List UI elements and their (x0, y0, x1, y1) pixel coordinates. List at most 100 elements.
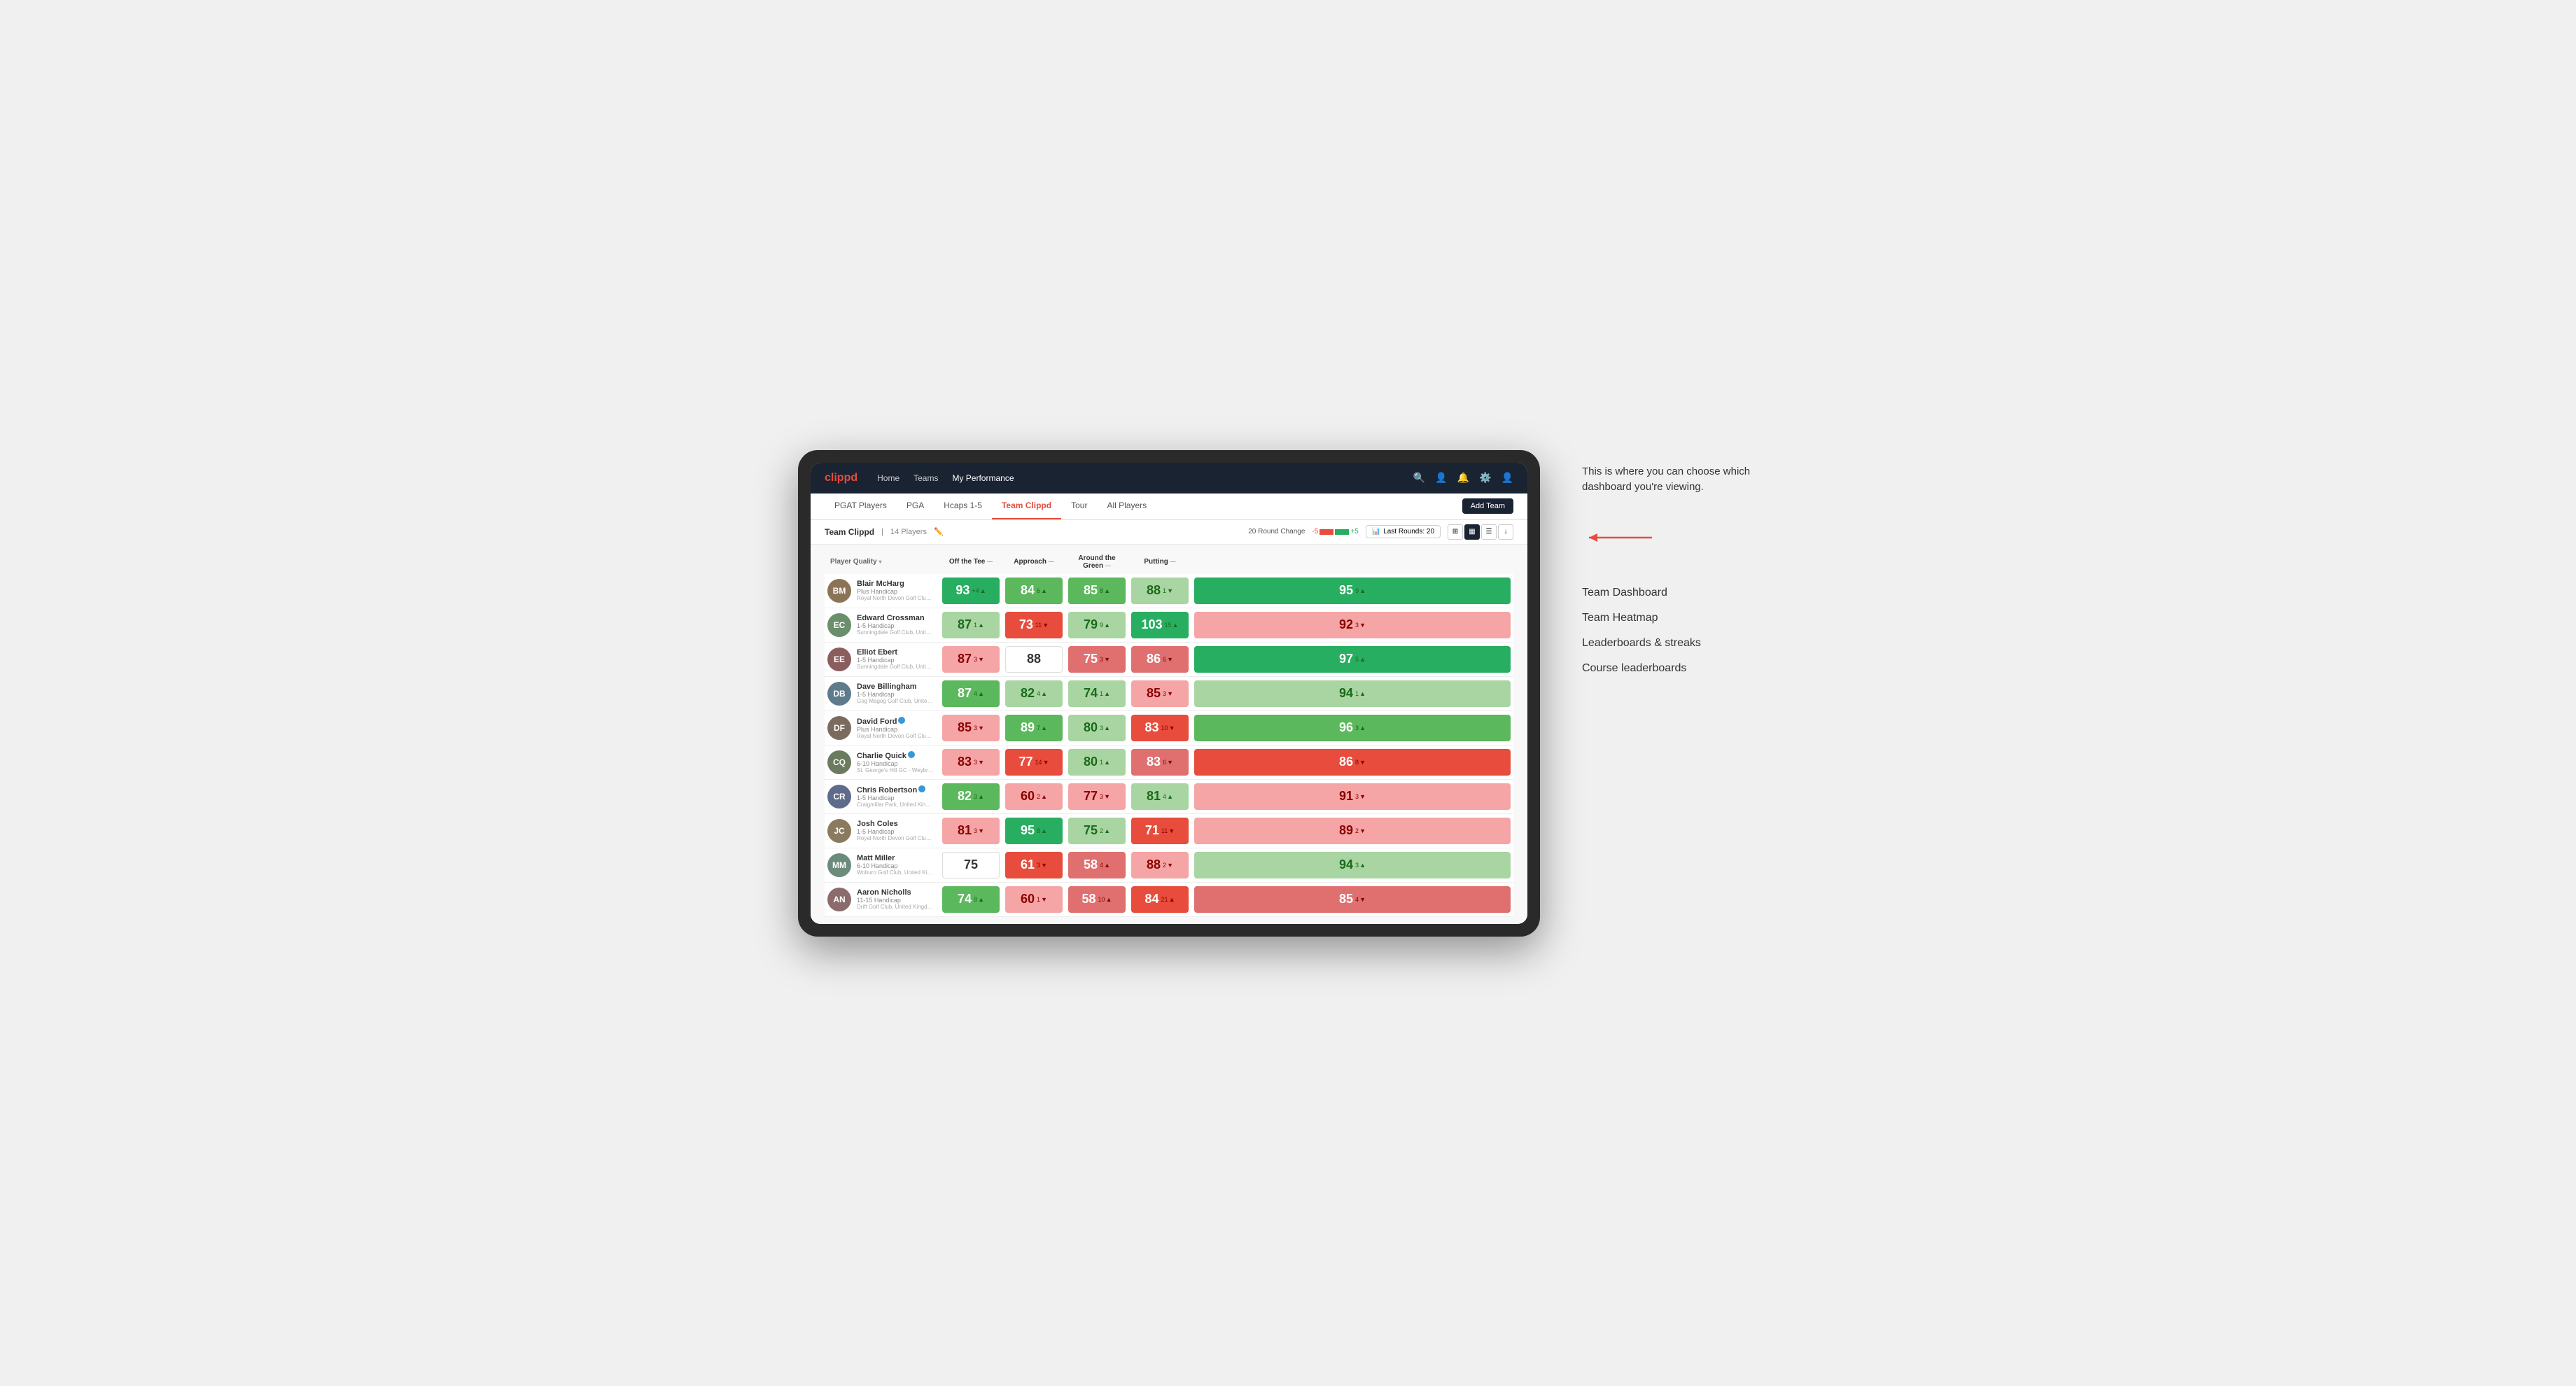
sort-arrow-offtee[interactable]: — (987, 559, 993, 565)
settings-icon[interactable]: ⚙️ (1479, 472, 1491, 484)
edit-icon[interactable]: ✏️ (934, 527, 944, 536)
sort-arrow-putting[interactable]: — (1170, 559, 1176, 565)
score-change: 6▼ (1163, 656, 1173, 663)
nav-link-teams[interactable]: Teams (913, 470, 938, 486)
sort-arrow-aroundgreen[interactable]: — (1105, 563, 1111, 569)
option-team-heatmap[interactable]: Team Heatmap (1582, 612, 1778, 624)
score-cell-player-quality: 82 3▲ (939, 779, 1002, 813)
view-heat-button[interactable]: ▦ (1464, 524, 1480, 540)
change-arrow: ▲ (978, 622, 984, 629)
player-name[interactable]: Dave Billingham (857, 682, 934, 691)
player-club: Royal North Devon Golf Club, United King… (857, 733, 934, 739)
last-rounds-button[interactable]: 📊 Last Rounds: 20 (1366, 525, 1441, 538)
view-list-button[interactable]: ☰ (1481, 524, 1497, 540)
score-change: 3▲ (1355, 724, 1366, 732)
change-value: 6 (1163, 759, 1166, 766)
score-change: 21▲ (1161, 896, 1175, 903)
change-value: 11 (1035, 622, 1042, 629)
option-course-leaderboards[interactable]: Course leaderboards (1582, 662, 1778, 675)
change-value: 11 (1161, 827, 1168, 834)
score-change: 7▲ (1037, 724, 1047, 732)
table-row[interactable]: EE Elliot Ebert 1-5 Handicap Sunningdale… (825, 642, 1513, 676)
subnav-tour[interactable]: Tour (1061, 493, 1097, 519)
sort-arrow-player[interactable]: ▾ (878, 559, 881, 565)
score-box: 94 3▲ (1194, 852, 1511, 878)
search-icon[interactable]: 🔍 (1413, 472, 1425, 484)
table-row[interactable]: AN Aaron Nicholls 11-15 Handicap Drift G… (825, 882, 1513, 916)
change-value: 2 (1355, 827, 1359, 834)
table-row[interactable]: CQ Charlie Quick 6-10 Handicap St. Georg… (825, 745, 1513, 779)
subnav-hcaps[interactable]: Hcaps 1-5 (934, 493, 992, 519)
nav-link-performance[interactable]: My Performance (952, 470, 1014, 486)
player-name[interactable]: Matt Miller (857, 854, 934, 862)
player-name[interactable]: Josh Coles (857, 820, 934, 828)
table-row[interactable]: EC Edward Crossman 1-5 Handicap Sunningd… (825, 608, 1513, 642)
score-change: 1▲ (974, 622, 984, 629)
change-arrow: ▲ (1359, 587, 1366, 594)
subnav-pga[interactable]: PGA (897, 493, 934, 519)
score-change: 3▼ (1355, 622, 1366, 629)
change-value: 1 (1355, 690, 1359, 697)
player-avatar: MM (827, 853, 851, 877)
score-cell-player-quality: 74 8▲ (939, 882, 1002, 916)
score-cell-off-tee: 82 4▲ (1002, 676, 1065, 710)
team-header-controls: 20 Round Change -5 +5 📊 Last Rounds: 20 … (1248, 524, 1513, 540)
score-change: 11▼ (1035, 622, 1049, 629)
player-name[interactable]: Edward Crossman (857, 614, 934, 622)
change-value: 3 (1355, 862, 1359, 869)
view-grid-button[interactable]: ⊞ (1448, 524, 1463, 540)
change-pos: +5 (1350, 528, 1358, 536)
change-value: 1 (1163, 587, 1166, 594)
player-info: Aaron Nicholls 11-15 Handicap Drift Golf… (857, 888, 934, 910)
table-row[interactable]: DF David Ford Plus Handicap Royal North … (825, 710, 1513, 745)
table-row[interactable]: BM Blair McHarg Plus Handicap Royal Nort… (825, 574, 1513, 608)
view-export-button[interactable]: ↓ (1498, 524, 1513, 540)
avatar-icon[interactable]: 👤 (1502, 472, 1513, 484)
score-value: 79 (1084, 617, 1098, 632)
subnav-team-clippd[interactable]: Team Clippd (992, 493, 1061, 519)
user-icon[interactable]: 👤 (1435, 472, 1447, 484)
player-name[interactable]: Elliot Ebert (857, 648, 934, 657)
bell-icon[interactable]: 🔔 (1457, 472, 1469, 484)
round-change-label: 20 Round Change (1248, 528, 1305, 536)
add-team-button[interactable]: Add Team (1462, 498, 1513, 514)
subnav-pgat[interactable]: PGAT Players (825, 493, 897, 519)
player-name[interactable]: Chris Robertson (857, 785, 934, 794)
player-cell-1: EC Edward Crossman 1-5 Handicap Sunningd… (825, 608, 939, 642)
nav-link-home[interactable]: Home (877, 470, 899, 486)
table-row[interactable]: DB Dave Billingham 1-5 Handicap Gog Mago… (825, 676, 1513, 710)
score-cell-approach: 74 1▲ (1065, 676, 1128, 710)
change-value: 6 (1037, 587, 1040, 594)
change-value: +4 (972, 587, 979, 594)
score-change: 3▼ (974, 759, 984, 766)
score-change: 6▲ (1037, 587, 1047, 594)
option-team-dashboard[interactable]: Team Dashboard (1582, 587, 1778, 599)
score-cell-player-quality: 93 +4▲ (939, 574, 1002, 608)
table-row[interactable]: CR Chris Robertson 1-5 Handicap Craigmil… (825, 779, 1513, 813)
player-name[interactable]: Charlie Quick (857, 751, 934, 760)
score-cell-putting: 94 3▲ (1191, 848, 1513, 882)
subnav-all-players[interactable]: All Players (1097, 493, 1156, 519)
player-name[interactable]: Blair McHarg (857, 580, 934, 588)
player-handicap: Plus Handicap (857, 726, 934, 733)
sort-arrow-approach[interactable]: — (1049, 559, 1054, 565)
player-name[interactable]: Aaron Nicholls (857, 888, 934, 897)
score-cell-off-tee: 77 14▼ (1002, 745, 1065, 779)
player-avatar: BM (827, 579, 851, 603)
sub-nav-links: PGAT Players PGA Hcaps 1-5 Team Clippd T… (825, 493, 1462, 519)
score-box: 80 3▲ (1068, 715, 1126, 741)
score-value: 83 (958, 755, 972, 769)
score-box: 88 (1005, 646, 1063, 673)
table-row[interactable]: JC Josh Coles 1-5 Handicap Royal North D… (825, 813, 1513, 848)
player-handicap: 1-5 Handicap (857, 794, 934, 802)
change-arrow: ▲ (1104, 690, 1110, 697)
change-value: 1 (1037, 896, 1040, 903)
player-cell-0: BM Blair McHarg Plus Handicap Royal Nort… (825, 574, 939, 608)
score-value: 81 (958, 823, 972, 838)
table-row[interactable]: MM Matt Miller 6-10 Handicap Woburn Golf… (825, 848, 1513, 882)
player-name[interactable]: David Ford (857, 717, 934, 726)
player-handicap: 6-10 Handicap (857, 760, 934, 767)
change-value: 3 (1355, 724, 1359, 732)
change-arrow: ▲ (1359, 724, 1366, 732)
option-leaderboards[interactable]: Leaderboards & streaks (1582, 637, 1778, 650)
